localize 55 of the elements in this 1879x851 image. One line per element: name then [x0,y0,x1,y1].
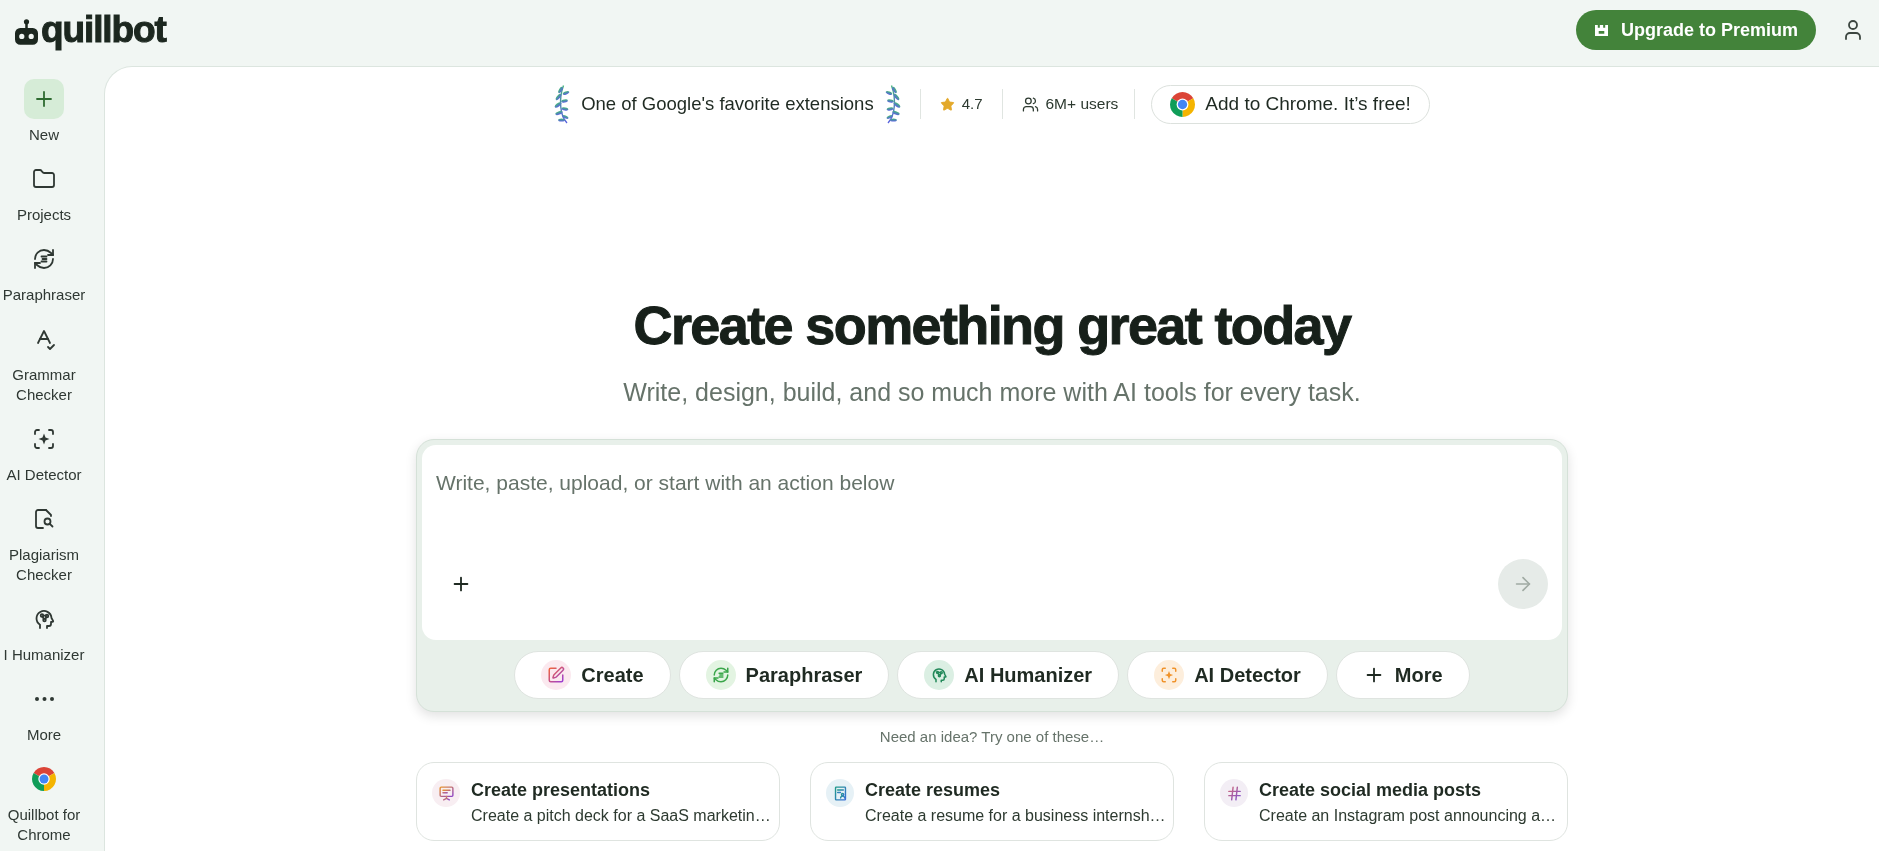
plus-icon [24,79,64,119]
sidebar-item[interactable]: Plagiarism Checker [0,499,88,585]
folder-icon [32,167,56,191]
card-title: Create social media posts [1259,779,1483,801]
scan-sparkle-icon [32,427,56,451]
tool-action-button[interactable]: Create [514,651,671,699]
sidebar-item[interactable]: AI Detector [0,419,88,485]
sidebar-item[interactable]: Projects [0,159,88,225]
refresh-arrows-icon [705,660,736,690]
chrome-icon [1170,91,1196,117]
tool-action-button[interactable]: More [1335,651,1470,699]
scan-sparkle-icon [1154,660,1185,690]
hashtag-icon [1220,779,1248,807]
page-subtitle: Write, design, build, and so much more with AI tools for every task. [623,377,1361,407]
sidebar-item[interactable]: Grammar Checker [0,319,88,405]
sidebar-item[interactable]: More [0,679,88,745]
user-count-text: 6M+ users [1045,94,1119,115]
sidebar-item[interactable]: Quillbot for Chrome [0,759,88,845]
laurel-icon [883,84,901,124]
laurel-icon [554,84,572,124]
card-description: Create an Instagram post announcing a… [1259,806,1557,826]
logo-text: quillbot [41,11,166,52]
users-icon [1021,95,1039,113]
head-network-icon [924,660,955,690]
robot-logo-icon [15,19,38,45]
sidebar-item[interactable]: Paraphraser [0,239,88,305]
suggestion-card[interactable]: Create social media posts Create an Instagram post announcing a… [1204,762,1568,841]
crown-icon [1593,23,1609,37]
document-search-icon [32,507,56,531]
card-description: Create a pitch deck for a SaaS marketin… [471,806,771,826]
chrome-icon [32,767,56,791]
tool-action-button[interactable]: AI Detector [1127,651,1328,699]
refresh-arrows-icon [32,247,56,271]
sidebar-item[interactable]: I Humanizer [0,599,88,665]
tool-action-button[interactable]: AI Humanizer [897,651,1120,699]
more-dots-icon [34,697,54,701]
rating-text: 4.7 [961,93,983,114]
sidebar-item[interactable]: New [0,79,88,145]
pen-square-icon [541,660,572,690]
suggestion-card[interactable]: Create resumes Create a resume for a business internsh… [810,762,1174,841]
award-text: One of Google's favorite extensions [581,92,874,117]
prompt-field[interactable]: Write, paste, upload, or start with an action below [436,469,1548,559]
upgrade-button[interactable]: Upgrade to Premium [1575,10,1816,50]
presentation-board-icon [432,779,460,807]
input-area[interactable]: Write, paste, upload, or start with an action below [422,445,1562,640]
star-icon [939,96,955,112]
add-to-chrome-button[interactable]: Add to Chrome. It’s free! [1151,84,1430,124]
suggestion-card[interactable]: Create presentations Create a pitch deck for a SaaS marketin… [416,762,780,841]
resume-document-icon [826,779,854,807]
tool-action-button[interactable]: Paraphraser [678,651,890,699]
suggestions-heading: Need an idea? Try one of these… [879,727,1105,747]
card-title: Create presentations [471,779,652,801]
page-heading: Create something great today [633,295,1351,355]
card-description: Create a resume for a business internsh… [865,806,1166,826]
card-title: Create resumes [865,779,1002,801]
